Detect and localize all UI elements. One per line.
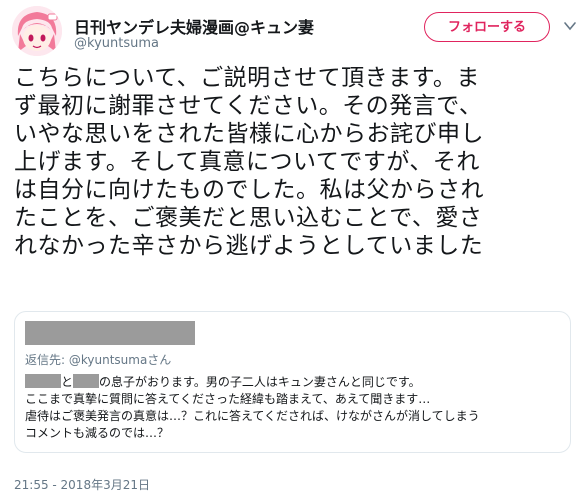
tweet-timestamp[interactable]: 21:55 - 2018年3月21日 (14, 476, 150, 493)
anime-girl-avatar-icon (12, 6, 62, 56)
author-handle[interactable]: @kyuntsuma (74, 36, 159, 51)
quote-line-1: と の息子がおります。男の子二人はキュン妻さんと同じです。 (25, 374, 565, 391)
quote-line-3: 虐待はご褒美発言の真意は…？これに答えてくだされば、けながさんが消してしまう (25, 409, 480, 423)
quote-line-4: コメントも減るのでは…？ (25, 426, 170, 440)
redaction-block (73, 374, 100, 388)
quote-line-1-connector: と (61, 375, 74, 389)
redaction-block (25, 374, 61, 388)
reply-to-line: 返信先: @kyuntsumaさん (25, 353, 172, 367)
quote-line-1-rest: の息子がおります。男の子二人はキュン妻さんと同じです。 (99, 375, 421, 389)
redacted-author-name (25, 321, 195, 345)
quote-line-2: ここまで真摯に質問に答えてくださった経緯も踏まえて、あえて聞きます… (25, 392, 431, 406)
avatar[interactable] (12, 6, 62, 56)
tweet-header: 日刊ヤンデレ夫婦漫画@キュン妻 @kyuntsuma フォローする (12, 6, 576, 58)
quoted-tweet-text: と の息子がおります。男の子二人はキュン妻さんと同じです。 ここまで真摯に質問に答… (25, 374, 565, 442)
chevron-down-icon[interactable] (563, 18, 577, 32)
tweet-text: こちらについて、ご説明させて頂きます。ま ず最初に謝罪させてください。その発言で… (14, 65, 484, 259)
author-display-name[interactable]: 日刊ヤンデレ夫婦漫画@キュン妻 (74, 14, 314, 38)
follow-button[interactable]: フォローする (424, 12, 550, 42)
quoted-tweet[interactable]: 返信先: @kyuntsumaさん と の息子がおります。男の子二人はキュン妻さん… (14, 311, 571, 453)
